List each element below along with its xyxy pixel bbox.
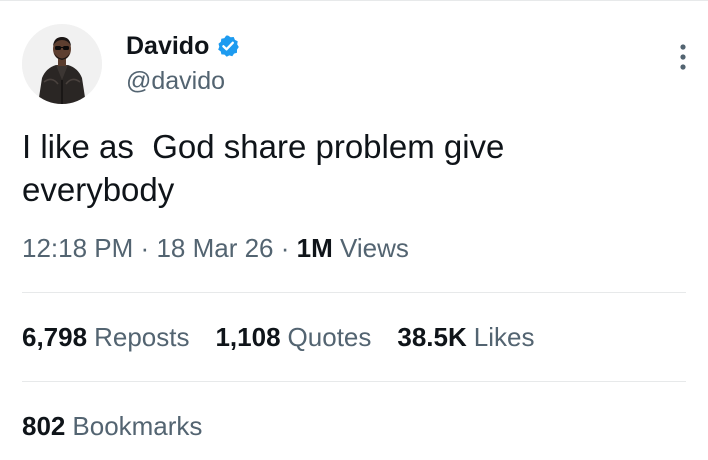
divider (22, 381, 686, 382)
top-divider (0, 0, 708, 1)
reposts-stat[interactable]: 6,798 Reposts (22, 320, 189, 354)
bookmarks-stat[interactable]: 802 Bookmarks (22, 409, 202, 443)
quotes-count: 1,108 (215, 322, 281, 352)
engagement-stats: 6,798 Reposts 1,108 Quotes 38.5K Likes (22, 320, 560, 354)
post-time[interactable]: 12:18 PM (22, 233, 133, 263)
meta-separator: · (140, 233, 150, 263)
likes-label: Likes (473, 322, 535, 352)
avatar[interactable] (22, 24, 102, 104)
views-count[interactable]: 1M (297, 233, 333, 263)
reposts-count: 6,798 (22, 322, 88, 352)
more-options-icon (680, 44, 686, 70)
post-meta: 12:18 PM · 18 Mar 26 · 1M Views (22, 232, 409, 264)
likes-count: 38.5K (397, 322, 467, 352)
post-date[interactable]: 18 Mar 26 (156, 233, 273, 263)
author-name-row[interactable]: Davido (126, 31, 240, 61)
avatar-image (22, 24, 102, 104)
quotes-stat[interactable]: 1,108 Quotes (215, 320, 371, 354)
reposts-label: Reposts (94, 322, 190, 352)
views-label[interactable]: Views (340, 233, 409, 263)
likes-stat[interactable]: 38.5K Likes (397, 320, 534, 354)
post-text: I like as God share problem give everybo… (22, 128, 514, 208)
verified-badge-icon (216, 34, 240, 58)
author-display-name[interactable]: Davido (126, 31, 209, 61)
quotes-label: Quotes (287, 322, 372, 352)
more-options-button[interactable] (668, 40, 698, 74)
divider (22, 292, 686, 293)
author-handle[interactable]: @davido (126, 66, 225, 96)
bookmarks-label: Bookmarks (72, 411, 203, 441)
meta-separator: · (280, 233, 290, 263)
bookmarks-count: 802 (22, 411, 66, 441)
